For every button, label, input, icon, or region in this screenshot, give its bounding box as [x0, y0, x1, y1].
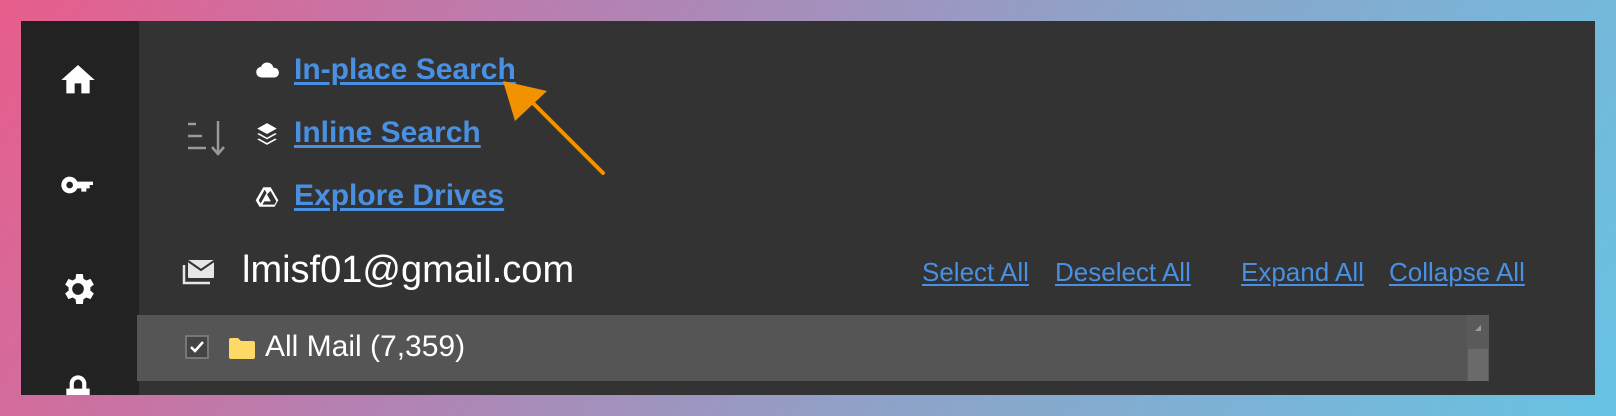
expand-all-link[interactable]: Expand All — [1241, 257, 1364, 288]
inline-search-link[interactable]: Inline Search — [294, 116, 481, 150]
folder-tree: All Mail (7,359) — [137, 315, 1489, 381]
scroll-up-icon[interactable] — [1473, 323, 1483, 333]
in-place-search-link[interactable]: In-place Search — [294, 53, 516, 87]
drive-icon — [254, 184, 280, 210]
gear-icon — [65, 274, 94, 304]
cloud-icon — [254, 58, 280, 84]
app-window: In-place Search Inline Search Explore Dr… — [21, 21, 1595, 395]
scrollbar[interactable] — [1467, 315, 1489, 381]
scrollbar-thumb[interactable] — [1468, 349, 1488, 381]
sidebar-item-key[interactable] — [55, 162, 101, 208]
pointer-arrow-icon — [503, 81, 605, 175]
folder-icon — [229, 338, 255, 359]
sort-icon[interactable] — [186, 119, 230, 159]
layers-icon — [254, 121, 280, 147]
account-email: lmisf01@gmail.com — [242, 249, 575, 291]
home-icon — [61, 65, 95, 94]
deselect-all-link[interactable]: Deselect All — [1055, 257, 1191, 288]
sidebar-item-home[interactable] — [55, 57, 101, 103]
tree-row-label: All Mail (7,359) — [265, 330, 466, 363]
collapse-all-link[interactable]: Collapse All — [1389, 257, 1525, 288]
sidebar-item-lock[interactable] — [55, 369, 101, 395]
mail-icon — [182, 260, 215, 285]
sidebar-item-settings[interactable] — [55, 266, 101, 312]
key-icon — [61, 176, 93, 194]
explore-drives-link[interactable]: Explore Drives — [294, 179, 504, 213]
check-icon — [190, 341, 204, 353]
tree-row[interactable]: All Mail (7,359) — [137, 315, 1467, 381]
select-all-link[interactable]: Select All — [922, 257, 1029, 288]
checkbox[interactable] — [185, 335, 209, 359]
sidebar — [21, 21, 139, 395]
lock-icon — [66, 375, 90, 395]
